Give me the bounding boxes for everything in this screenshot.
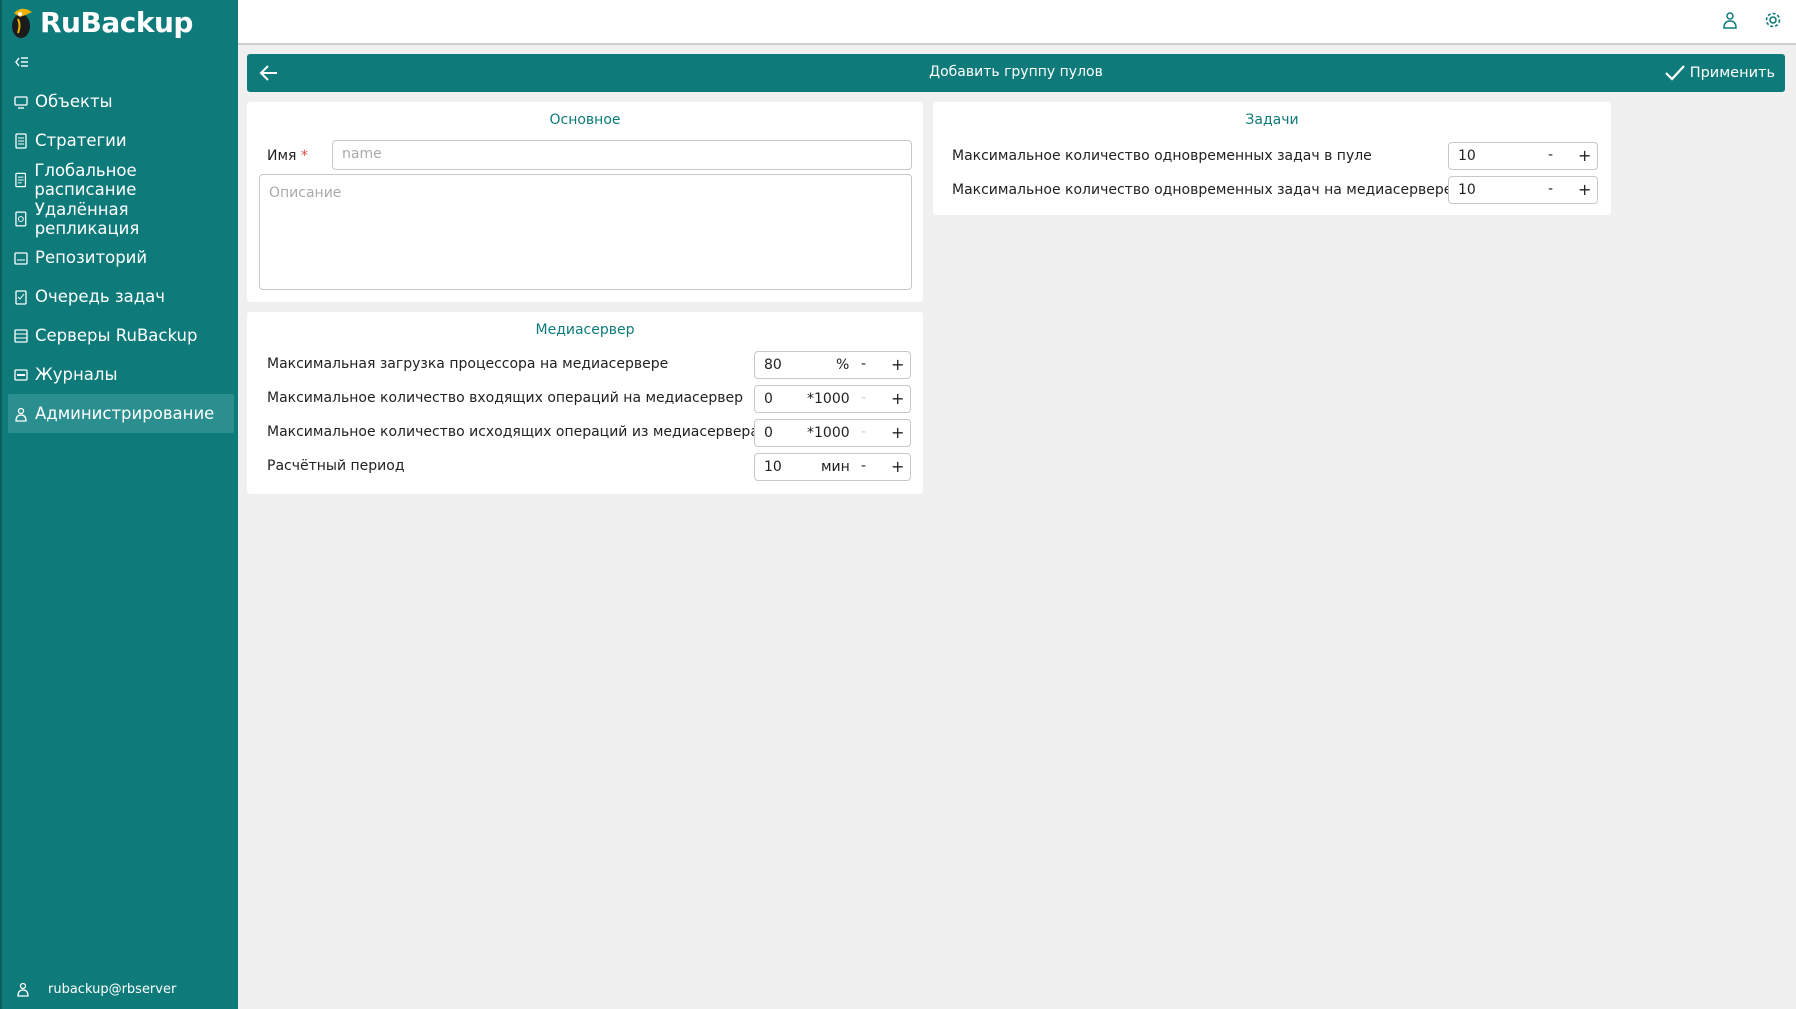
increment-button[interactable]: + (891, 355, 904, 374)
sidebar-item-label: Объекты (35, 92, 113, 111)
sidebar-item-global-schedule[interactable]: Глобальное расписание (8, 160, 234, 199)
gear-icon[interactable] (1764, 11, 1782, 29)
sidebar-item-label: Глобальное расписание (34, 160, 137, 199)
outgoing-ops-stepper[interactable]: 0 *1000 - + (754, 419, 911, 447)
outgoing-ops-label: Максимальное количество исходящих операц… (267, 424, 759, 440)
collapse-menu-icon[interactable] (14, 55, 30, 69)
user-profile-icon[interactable] (1721, 11, 1739, 29)
page-header: Добавить группу пулов Применить (247, 54, 1785, 92)
tasks-in-pool-stepper[interactable]: 10 - + (1448, 142, 1598, 170)
decrement-button[interactable]: - (1548, 181, 1553, 197)
user-icon (17, 982, 29, 997)
basic-panel-title: Основное (549, 112, 621, 128)
sidebar-item-label: Репозиторий (35, 248, 148, 267)
stepper-value: 0 (764, 425, 773, 441)
user-name: rubackup@rbserver (48, 981, 177, 997)
logo: RuBackup (8, 2, 193, 42)
stepper-unit: *1000 (807, 391, 850, 407)
sidebar-item-administration[interactable]: Администрирование (8, 394, 234, 433)
tasks-panel: Задачи Максимальное количество одновреме… (933, 102, 1611, 215)
increment-button[interactable]: + (1578, 180, 1591, 199)
sidebar-item-label: Очередь задач (35, 287, 166, 306)
mediaserver-panel: Медиасервер Максимальная загрузка процес… (247, 312, 923, 494)
cpu-load-label: Максимальная загрузка процессора на меди… (267, 356, 669, 372)
top-bar (238, 0, 1796, 45)
calc-period-stepper[interactable]: 10 мин - + (754, 453, 911, 481)
tasks-panel-title: Задачи (1245, 112, 1299, 128)
sidebar-item-task-queue[interactable]: Очередь задач (8, 277, 234, 316)
sidebar-item-remote-replication[interactable]: Удалённая репликация (8, 199, 234, 238)
tasks-on-mediaserver-label: Максимальное количество одновременных за… (952, 182, 1453, 198)
decrement-button[interactable]: - (1548, 147, 1553, 163)
mediaserver-panel-title: Медиасервер (535, 322, 635, 338)
increment-button[interactable]: + (891, 389, 904, 408)
sidebar-item-label: Администрирование (35, 404, 215, 423)
list-document-icon (15, 172, 27, 187)
document-icon (15, 132, 27, 149)
decrement-button[interactable]: - (861, 356, 866, 372)
sidebar-item-repository[interactable]: Репозиторий (8, 238, 234, 277)
sidebar-item-label: Удалённая репликация (34, 199, 140, 238)
servers-icon (14, 328, 28, 343)
stepper-unit: мин (821, 459, 850, 475)
sidebar: RuBackup Объекты Стратегии Глобальное ра… (0, 0, 238, 1009)
admin-icon (15, 407, 27, 422)
task-queue-icon (15, 289, 27, 305)
stepper-value: 80 (764, 357, 782, 373)
sidebar-nav: Объекты Стратегии Глобальное расписание … (8, 82, 234, 433)
required-mark: * (300, 148, 308, 164)
decrement-button[interactable]: - (861, 458, 866, 474)
stepper-value: 10 (764, 459, 782, 475)
incoming-ops-label: Максимальное количество входящих операци… (267, 390, 743, 406)
sidebar-item-label: Журналы (35, 365, 118, 384)
log-icon (14, 368, 28, 381)
description-textarea[interactable]: Описание (259, 174, 912, 290)
basic-panel: Основное Имя * name Описание (247, 102, 923, 302)
current-user: rubackup@rbserver (16, 981, 176, 997)
logo-text: RuBackup (40, 5, 193, 39)
sidebar-item-strategies[interactable]: Стратегии (8, 121, 234, 160)
repository-icon (14, 251, 28, 265)
decrement-button[interactable]: - (861, 390, 866, 406)
cpu-load-stepper[interactable]: 80 % - + (754, 351, 911, 379)
monitor-icon (14, 95, 28, 109)
toucan-logo-icon (12, 8, 32, 38)
increment-button[interactable]: + (891, 423, 904, 442)
apply-button[interactable]: Применить (1664, 63, 1775, 83)
calc-period-label: Расчётный период (267, 458, 405, 474)
tasks-in-pool-label: Максимальное количество одновременных за… (952, 148, 1372, 164)
increment-button[interactable]: + (1578, 146, 1591, 165)
stepper-value: 10 (1458, 148, 1476, 164)
incoming-ops-stepper[interactable]: 0 *1000 - + (754, 385, 911, 413)
checkmark-icon (1664, 65, 1685, 81)
sidebar-item-label: Серверы RuBackup (35, 326, 198, 345)
decrement-button[interactable]: - (861, 424, 866, 440)
apply-button-label: Применить (1689, 65, 1775, 81)
tasks-on-mediaserver-stepper[interactable]: 10 - + (1448, 176, 1598, 204)
name-label: Имя * (267, 148, 308, 164)
stepper-value: 10 (1458, 182, 1476, 198)
stepper-unit: % (836, 357, 850, 373)
stepper-value: 0 (764, 391, 773, 407)
name-input[interactable]: name (332, 140, 912, 170)
description-placeholder: Описание (269, 185, 342, 201)
replication-icon (15, 211, 27, 226)
stepper-unit: *1000 (807, 425, 850, 441)
increment-button[interactable]: + (891, 457, 904, 476)
sidebar-item-label: Стратегии (35, 131, 127, 150)
page-title: Добавить группу пулов (929, 64, 1103, 80)
name-input-placeholder: name (342, 146, 382, 162)
sidebar-item-logs[interactable]: Журналы (8, 355, 234, 394)
sidebar-item-objects[interactable]: Объекты (8, 82, 234, 121)
sidebar-item-servers[interactable]: Серверы RuBackup (8, 316, 234, 355)
